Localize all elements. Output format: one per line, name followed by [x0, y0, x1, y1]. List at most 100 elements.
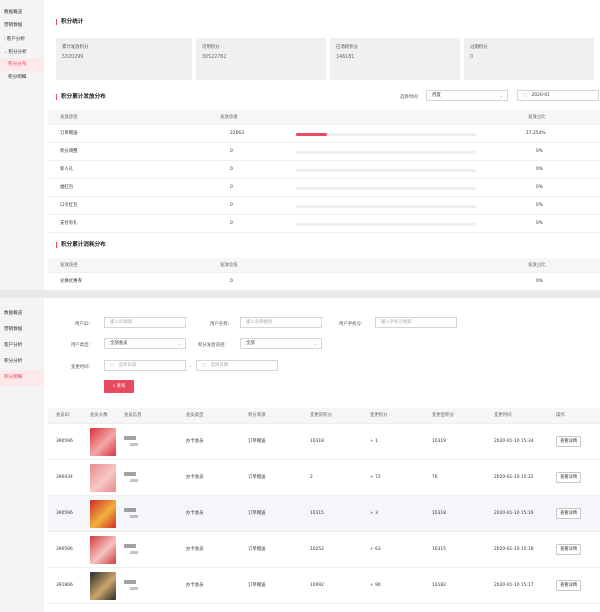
row-channel: 积分调整	[60, 149, 78, 154]
phone-input[interactable]: 输入手机号搜索	[375, 317, 457, 328]
row-channel: 口令红包	[60, 203, 78, 208]
distribution-table: 发放途径 发放总值 发放占比 订单赠送 22663 17.254% 积分调整 0 0% 新人…	[48, 110, 600, 233]
sidebar-item-points[interactable]: ⌄积分分析	[0, 45, 44, 58]
placeholder: 选择日期	[210, 363, 229, 368]
month-picker[interactable]: ▢ 2020-01	[517, 90, 599, 101]
user-name-input[interactable]: 输入名称搜索	[240, 317, 322, 328]
header-ratio: 发放占比	[528, 263, 546, 268]
main-content: 用户ID: 输入ID搜索 用户名称: 输入名称搜索 用户手机号: 输入手机号搜索…	[48, 298, 600, 612]
header-channel: 发放途径	[60, 263, 78, 268]
query-button[interactable]: ⌕ 查询	[104, 380, 134, 393]
view-detail-button[interactable]: 查看详情	[556, 472, 582, 483]
table-row: 支付有礼 0 0%	[48, 215, 600, 233]
points-detail-table: 会员ID 会员头像 会员信息 会员类型 积分来源 变更前积分 变更积分 变更后积…	[48, 408, 600, 604]
ratio-bar-track	[296, 222, 476, 226]
select-value: 全部	[246, 341, 255, 346]
avatar	[90, 536, 116, 564]
cell-source: 订单赠送	[248, 511, 266, 516]
cell-time: 2020-01-10 15:19	[494, 511, 534, 516]
cell-change: + 1	[370, 439, 378, 444]
row-channel: 福红包	[60, 185, 74, 190]
cell-before: 2	[310, 475, 313, 480]
cell-before: 10318	[310, 439, 324, 444]
stat-label: 过期积分	[470, 45, 488, 50]
points-detail-panel: 数据概览 营销数据 客户分析 积分分析 积分明细 用户ID: 输入ID搜索 用户…	[0, 298, 600, 612]
user-type-select[interactable]: 全部会员 ⌄	[104, 338, 186, 349]
sidebar-item-points-detail[interactable]: 积分明细	[0, 71, 44, 84]
user-id-input[interactable]: 输入ID搜索	[104, 317, 186, 328]
row-channel: 支付有礼	[60, 221, 78, 226]
cell-after: 76	[432, 475, 438, 480]
placeholder: 选择日期	[118, 363, 137, 368]
row-channel: 新人礼	[60, 167, 74, 172]
row-pct: 17.254%	[526, 131, 546, 136]
table-row: 福红包 0 0%	[48, 179, 600, 197]
distribution-title: 积分累计发放分布	[56, 94, 106, 100]
header-action: 操作	[556, 413, 565, 418]
sidebar-item-points-detail[interactable]: 积分明细	[0, 370, 44, 386]
user-type-label: 用户类型:	[71, 343, 91, 348]
stat-card-total-issued: 累计发放积分 5320299	[56, 38, 192, 80]
sidebar-item-marketing[interactable]: 营销数据	[0, 19, 44, 32]
stat-label: 累计发放积分	[62, 45, 89, 50]
stat-label: 可用积分	[202, 45, 220, 50]
sidebar-item-points[interactable]: 积分分析	[0, 354, 44, 370]
query-label: 查询	[116, 384, 126, 389]
stat-label: 已消耗积分	[336, 45, 358, 50]
view-detail-button[interactable]: 查看详情	[556, 580, 582, 591]
cell-time: 2020-01-10 15:17	[494, 583, 534, 588]
row-pct: 0%	[536, 149, 543, 154]
points-distribution-panel: 数据概览 营销数据 ›客户分析 ⌄积分分析 积分分布 积分明细 积分统计 累计发…	[0, 0, 600, 290]
cell-after: 10318	[432, 511, 446, 516]
ratio-bar-track	[296, 132, 476, 136]
sidebar-item-data-overview[interactable]: 数据概览	[0, 6, 44, 19]
table-row: 391866 办卡会员 订单赠送 10092 + 90 10182 2020-01-10 1…	[48, 568, 600, 604]
date-range-separator: –	[189, 364, 192, 370]
sidebar-item-marketing[interactable]: 营销数据	[0, 322, 44, 338]
cell-member-id: 390596	[56, 511, 73, 516]
cell-member-type: 办卡会员	[186, 547, 204, 552]
time-label: 选择时间:	[400, 95, 420, 100]
sidebar-item-customer[interactable]: ›客户分析	[0, 32, 44, 45]
table-row: 口令红包 0 0%	[48, 197, 600, 215]
sidebar-item-customer[interactable]: 客户分析	[0, 338, 44, 354]
row-value: 0	[230, 203, 233, 208]
cell-source: 订单赠送	[248, 547, 266, 552]
cell-after: 10315	[432, 547, 446, 552]
placeholder: 输入名称搜索	[246, 320, 273, 325]
row-pct: 0%	[536, 185, 543, 190]
view-detail-button[interactable]: 查看详情	[556, 436, 582, 447]
header-value: 发放总值	[220, 115, 238, 120]
row-value: 0	[230, 167, 233, 172]
chevron-right-icon: ›	[4, 36, 6, 41]
cell-after: 10319	[432, 439, 446, 444]
ratio-bar-track	[296, 204, 476, 208]
end-date-input[interactable]: ▢ 选择日期	[196, 360, 278, 371]
view-detail-button[interactable]: 查看详情	[556, 508, 582, 519]
row-channel: 订单赠送	[60, 131, 78, 136]
view-detail-button[interactable]: 查看详情	[556, 544, 582, 555]
member-info-redacted	[124, 544, 136, 548]
table-row: 订单赠送 22663 17.254%	[48, 125, 600, 143]
row-value: 22663	[230, 131, 244, 136]
table-row: 390596 办卡会员 订单赠送 10252 + 63 10315 2020-01-10 1…	[48, 532, 600, 568]
points-channel-select[interactable]: 全部 ⌄	[240, 338, 322, 349]
sidebar-item-data-overview[interactable]: 数据概览	[0, 306, 44, 322]
cell-time: 2020-01-10 15:34	[494, 439, 534, 444]
table-row: 兑换优惠券 0 0%	[48, 273, 600, 290]
placeholder: 输入ID搜索	[110, 320, 133, 325]
ratio-bar-track	[296, 168, 476, 172]
row-channel: 兑换优惠券	[60, 279, 82, 284]
member-info-redacted	[124, 580, 136, 584]
cell-time: 2020-01-10 15:18	[494, 547, 534, 552]
time-granularity-select[interactable]: 月度 ⌄	[426, 90, 508, 101]
consume-table: 发放途径 发放总值 发放占比 兑换优惠券 0 0%	[48, 258, 600, 290]
chevron-down-icon: ⌄	[313, 341, 317, 346]
table-header: 发放途径 发放总值 发放占比	[48, 258, 600, 273]
table-row: 390596 办卡会员 订单赠送 10318 + 1 10319 2020-01-10 15…	[48, 424, 600, 460]
header-info: 会员信息	[124, 413, 142, 418]
start-date-input[interactable]: ▢ 选择日期	[104, 360, 186, 371]
cell-change: + 72	[370, 475, 381, 480]
sidebar-item-points-distribution[interactable]: 积分分布	[0, 58, 44, 71]
points-channel-label: 积分发放途径:	[198, 343, 226, 348]
